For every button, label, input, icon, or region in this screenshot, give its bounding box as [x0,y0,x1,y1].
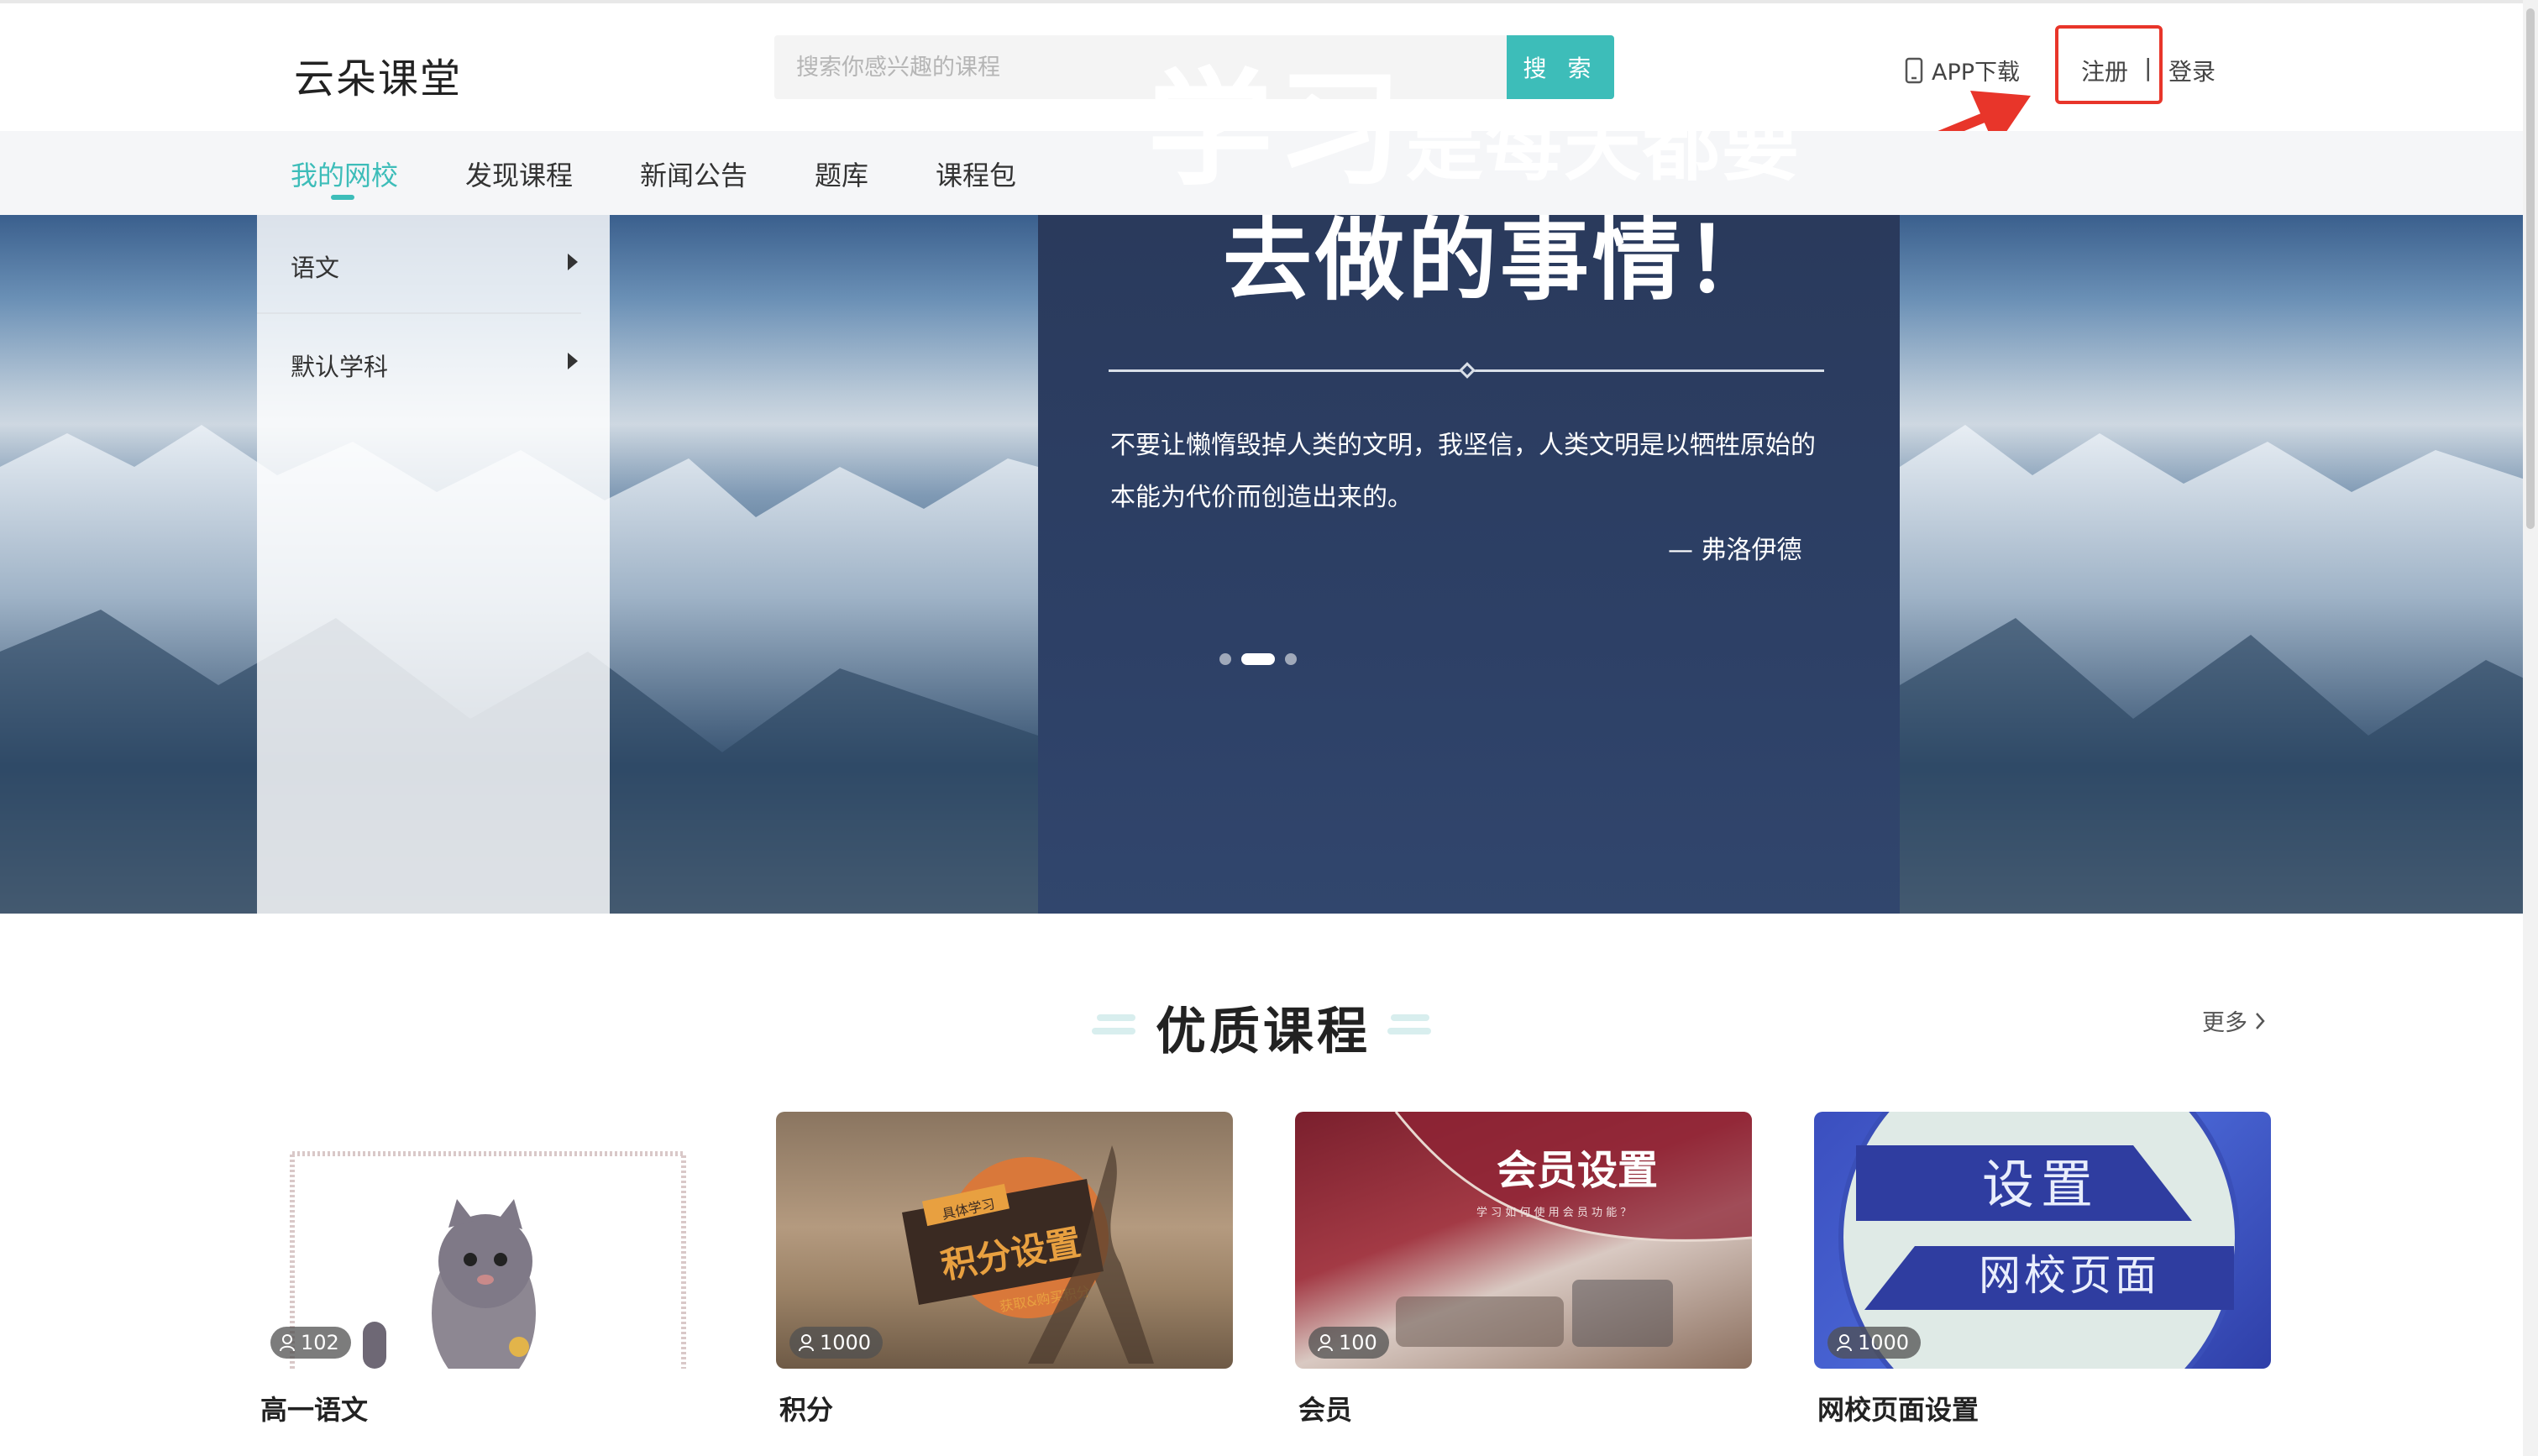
student-count-badge: 102 [270,1327,351,1359]
svg-text:网校页面: 网校页面 [1979,1251,2160,1300]
course-title[interactable]: 积分 [776,1389,1233,1427]
more-label: 更多 [2202,1010,2247,1036]
student-count-badge: 1000 [1827,1327,1922,1359]
site-logo[interactable]: 云朵课堂 [294,45,462,104]
course-card[interactable]: 设置 网校页面 1000 网校页面设置 [1814,1112,2271,1427]
nav-discover-courses[interactable]: 发现课程 [465,155,573,193]
title-decoration-left-icon [1092,1014,1135,1034]
app-download-label: APP下载 [1932,60,2021,86]
register-link[interactable]: 注册 [2081,54,2128,87]
carousel-dot-active[interactable] [1241,653,1275,665]
course-title[interactable]: 网校页面设置 [1814,1389,2271,1427]
nav-my-school[interactable]: 我的网校 [291,155,398,193]
banner-headline-line1: 学习是每天都要 [1147,57,1801,203]
carousel-dot[interactable] [1285,653,1297,665]
banner-quote-author: — 弗洛伊德 [1668,536,1802,565]
banner-quote: 不要让懒惰毁掉人类的文明，我坚信，人类文明是以牺牲原始的本能为代价而创造出来的。 [1110,431,1816,512]
nav-news[interactable]: 新闻公告 [640,155,747,193]
phone-icon [1905,57,1923,83]
nav-question-bank[interactable]: 题库 [815,155,868,193]
title-decoration-right-icon [1387,1014,1431,1034]
course-card[interactable]: 具体学习 积分设置 获取&购买积分 1000 积分 [776,1112,1233,1427]
app-download-link[interactable]: APP下载 [1905,54,2020,86]
caret-right-icon [568,254,578,270]
chevron-right-icon [2256,1012,2265,1029]
user-icon [280,1334,295,1352]
caret-right-icon [568,353,578,369]
banner-headline-line2: 去做的事情！ [1223,209,1777,312]
subject-item-default[interactable]: 默认学科 [257,314,610,411]
carousel-indicators [1219,653,1297,665]
course-title[interactable]: 高一语文 [257,1389,714,1427]
course-thumbnail: 具体学习 积分设置 获取&购买积分 1000 [776,1112,1233,1369]
scrollbar-thumb[interactable] [2526,8,2535,529]
user-icon [1837,1334,1852,1352]
subject-label: 默认学科 [291,353,389,381]
course-card[interactable]: 102 高一语文 [257,1112,714,1427]
svg-text:学 习 如 何 使 用 会 员 功 能 ？: 学 习 如 何 使 用 会 员 功 能 ？ [1476,1206,1631,1219]
section-title: 优质课程 [1156,1003,1371,1061]
user-icon [799,1334,814,1352]
course-title[interactable]: 会员 [1295,1389,1752,1427]
course-card[interactable]: 会员设置 学 习 如 何 使 用 会 员 功 能 ？ 100 会员 [1295,1112,1752,1427]
svg-text:会员设置: 会员设置 [1497,1147,1658,1194]
course-thumbnail: 设置 网校页面 1000 [1814,1112,2271,1369]
more-link[interactable]: 更多 [2202,1004,2266,1037]
nav-active-indicator [331,195,354,200]
course-thumbnail: 102 [257,1112,714,1369]
student-count-badge: 1000 [789,1327,884,1359]
user-icon [1318,1334,1333,1352]
course-thumbnail: 会员设置 学 习 如 何 使 用 会 员 功 能 ？ 100 [1295,1112,1752,1369]
subject-label: 语文 [291,254,340,282]
nav-course-package[interactable]: 课程包 [936,155,1016,193]
student-count-badge: 100 [1308,1327,1389,1359]
subject-item-chinese[interactable]: 语文 [257,215,610,312]
svg-text:设置: 设置 [1982,1154,2100,1215]
auth-separator: | [2144,54,2153,81]
carousel-dot[interactable] [1219,653,1231,665]
login-link[interactable]: 登录 [2168,54,2216,87]
